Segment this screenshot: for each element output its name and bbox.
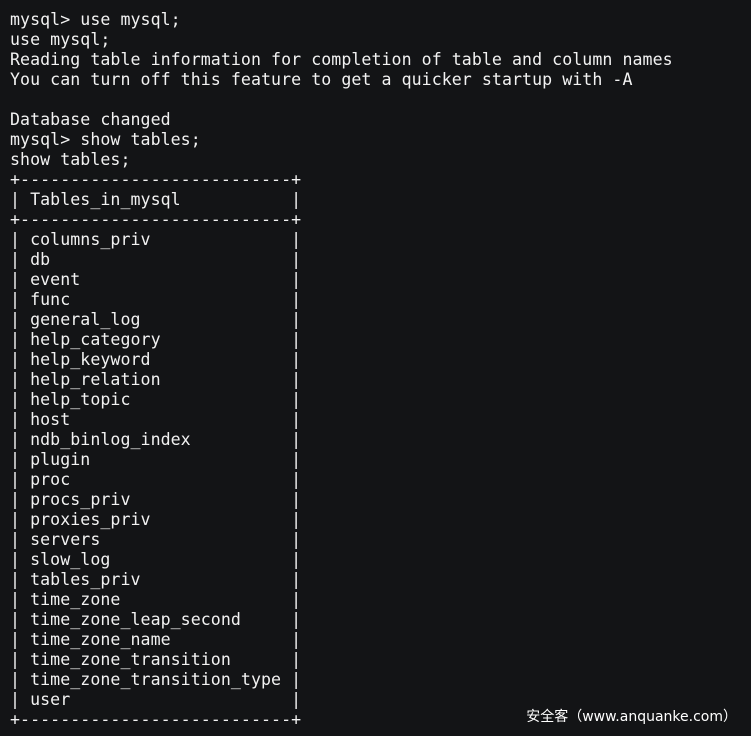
table-row: | event | [10,270,302,289]
watermark: 安全客（www.anquanke.com） [526,709,737,725]
table-row: | help_topic | [10,390,302,409]
table-row: | proc | [10,470,302,489]
terminal-line: Database changed [10,110,171,129]
table-row: | help_relation | [10,370,302,389]
table-border: +---------------------------+ [10,210,302,229]
table-border: +---------------------------+ [10,710,302,729]
table-row: | servers | [10,530,302,549]
table-row: | ndb_binlog_index | [10,430,302,449]
table-row: | user | [10,690,302,709]
table-row: | help_category | [10,330,302,349]
table-row: | time_zone_leap_second | [10,610,302,629]
table-row: | time_zone_transition_type | [10,670,302,689]
table-row: | func | [10,290,302,309]
terminal-line: mysql> show tables; [10,130,201,149]
terminal-line: mysql> use mysql; [10,10,181,29]
terminal-line: show tables; [10,150,131,169]
terminal-line: use mysql; [10,30,111,49]
table-header: | Tables_in_mysql | [10,190,302,209]
terminal-output[interactable]: mysql> use mysql; use mysql; Reading tab… [10,0,745,736]
table-row: | slow_log | [10,550,302,569]
table-row: | time_zone_transition | [10,650,302,669]
table-row: | general_log | [10,310,302,329]
table-row: | tables_priv | [10,570,302,589]
table-row: | procs_priv | [10,490,302,509]
table-row: | db | [10,250,302,269]
table-border: +---------------------------+ [10,170,302,189]
table-row: | plugin | [10,450,302,469]
table-row: | time_zone_name | [10,630,302,649]
table-row: | proxies_priv | [10,510,302,529]
terminal-line: You can turn off this feature to get a q… [10,70,633,89]
table-row: | help_keyword | [10,350,302,369]
table-row: | columns_priv | [10,230,302,249]
table-row: | time_zone | [10,590,302,609]
terminal-line: Reading table information for completion… [10,50,673,69]
table-row: | host | [10,410,302,429]
